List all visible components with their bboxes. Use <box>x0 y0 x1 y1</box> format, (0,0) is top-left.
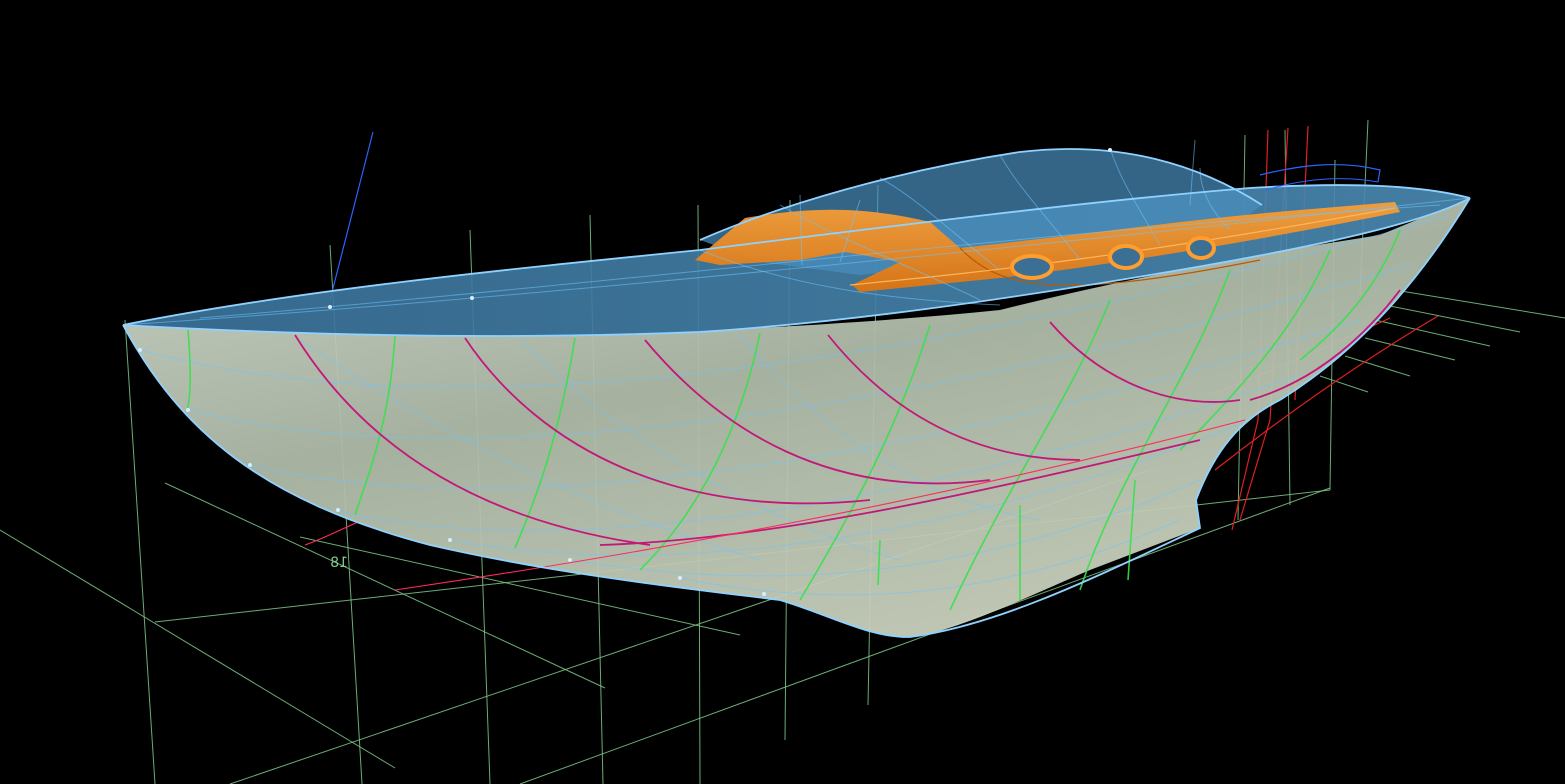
3d-viewport[interactable]: 18 <box>0 0 1565 784</box>
hull-model-canvas[interactable]: 18 <box>0 0 1565 784</box>
porthole-1 <box>1010 254 1054 280</box>
porthole-3 <box>1186 236 1216 260</box>
station-label: 18 <box>330 555 348 571</box>
porthole-2 <box>1108 244 1144 270</box>
bow-reference-line <box>329 131 374 301</box>
